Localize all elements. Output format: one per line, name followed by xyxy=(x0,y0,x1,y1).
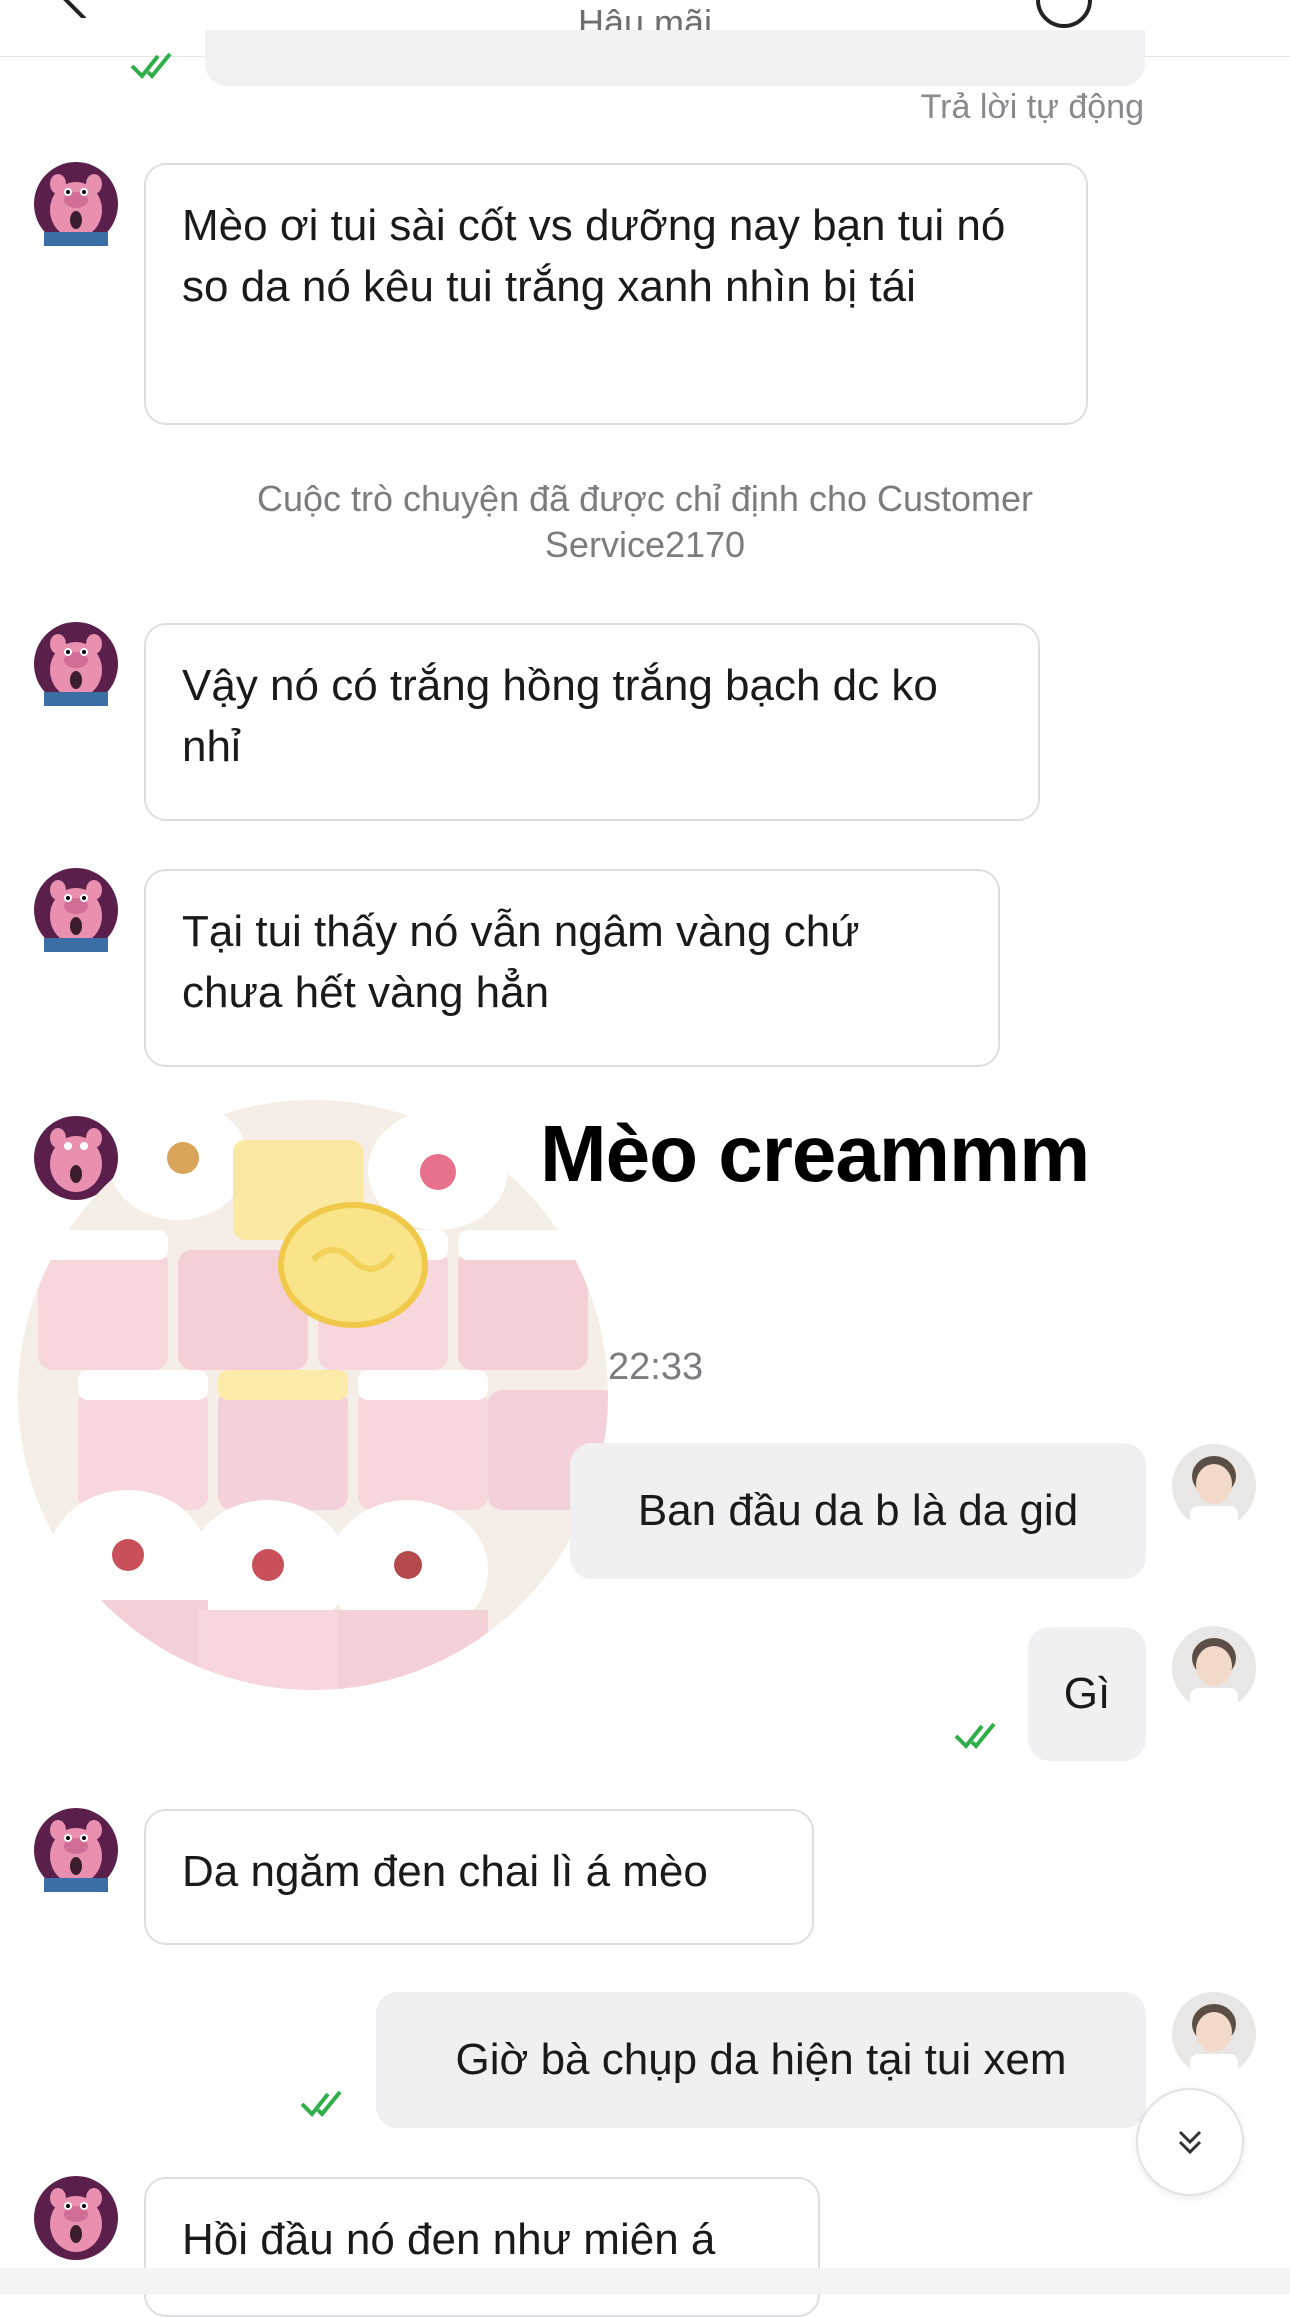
double-check-icon xyxy=(130,52,172,79)
auto-reply-label: Trả lời tự động xyxy=(920,88,1144,126)
incoming-message: Vậy nó có trắng hồng trắng bạch dc ko nh… xyxy=(144,623,1040,821)
incoming-message: Tại tui thấy nó vẫn ngâm vàng chứ chưa h… xyxy=(144,869,1000,1067)
incoming-message: Da ngăm đen chai lì á mèo xyxy=(144,1809,814,1945)
agent-avatar[interactable] xyxy=(1172,1626,1256,1710)
customer-avatar[interactable] xyxy=(34,162,118,246)
bottom-bar xyxy=(0,2268,1290,2294)
system-assignment-note: Cuộc trò chuyện đã được chỉ định cho Cus… xyxy=(256,478,1034,565)
double-chevron-down-icon xyxy=(1178,2130,1202,2155)
outgoing-message: Giờ bà chụp da hiện tại tui xem xyxy=(376,1992,1146,2128)
incoming-message: Mèo ơi tui sài cốt vs dưỡng nay bạn tui … xyxy=(144,163,1088,425)
scroll-to-bottom-button[interactable] xyxy=(1136,2088,1244,2196)
overlay-title: Mèo creammm xyxy=(540,1109,1090,1198)
agent-avatar[interactable] xyxy=(1172,1992,1256,2076)
customer-avatar[interactable] xyxy=(34,1808,118,1892)
timestamp: 22:33 xyxy=(608,1346,704,1388)
product-photo-overlay xyxy=(18,1100,608,1690)
agent-avatar[interactable] xyxy=(1172,1444,1256,1528)
customer-avatar[interactable] xyxy=(34,622,118,706)
outgoing-message: Gì xyxy=(1028,1627,1146,1761)
customer-avatar[interactable] xyxy=(34,868,118,952)
double-check-icon xyxy=(300,2090,342,2117)
cream-jars-image xyxy=(18,1100,608,1690)
incoming-message: Hồi đầu nó đen như miên á xyxy=(144,2177,820,2317)
double-check-icon xyxy=(954,1722,996,1749)
outgoing-message: Ban đầu da b là da gid xyxy=(570,1443,1146,1579)
customer-avatar[interactable] xyxy=(34,2176,118,2260)
outgoing-message-partial xyxy=(205,30,1145,86)
